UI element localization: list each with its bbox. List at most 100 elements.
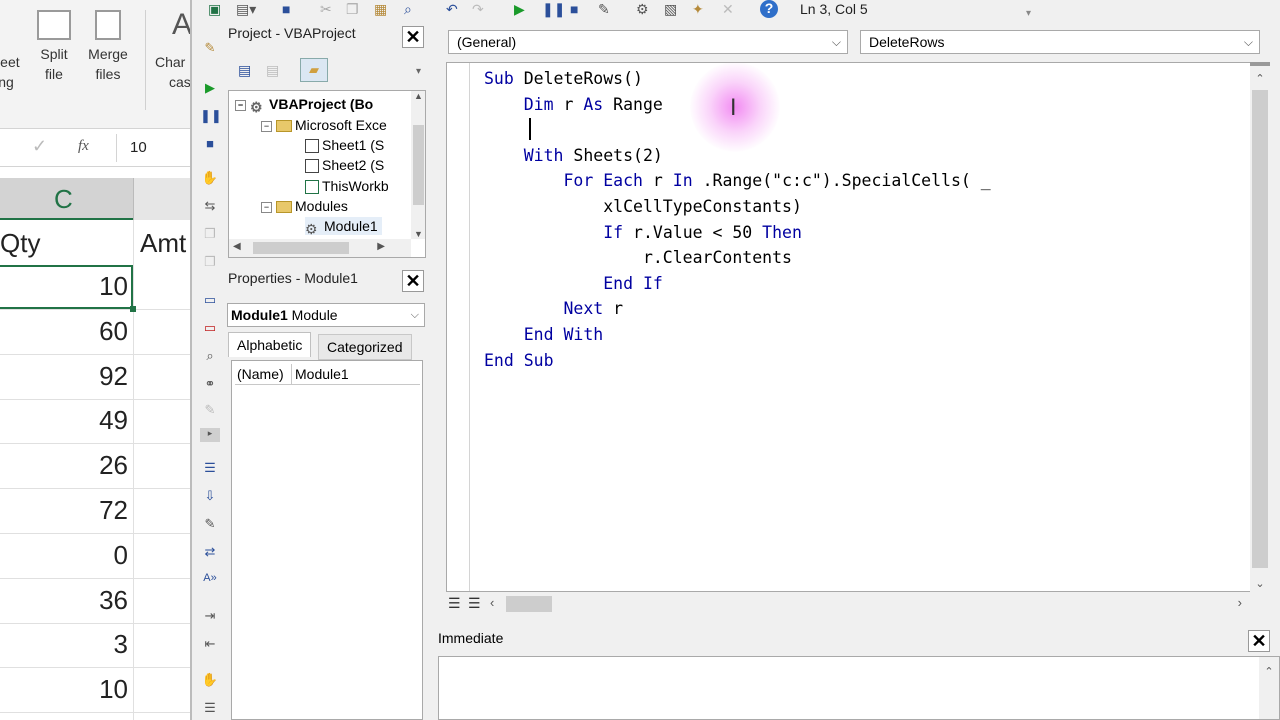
qty-cell[interactable]: 0: [0, 540, 128, 571]
design-mode-icon[interactable]: ✎: [598, 1, 610, 17]
find-icon[interactable]: ⌕: [404, 1, 412, 17]
toolbar-options-icon[interactable]: ▾: [1026, 6, 1031, 22]
tree-node-sheet1[interactable]: Sheet1 (S: [305, 136, 384, 154]
tree-vscroll[interactable]: ▲ ▼: [411, 91, 425, 239]
redo-icon[interactable]: ↷: [472, 1, 484, 17]
code-line[interactable]: For Each r In .Range("c:c").SpecialCells…: [484, 171, 990, 190]
scroll-right-icon[interactable]: ▶: [377, 241, 385, 252]
collapse-icon[interactable]: −: [261, 201, 272, 213]
margin-indicator-bar[interactable]: [447, 63, 470, 591]
qty-cell[interactable]: 49: [0, 405, 128, 436]
indent-icon[interactable]: ⇥: [200, 608, 220, 626]
tree-hscroll[interactable]: ◀ ▶: [229, 239, 411, 257]
save-icon[interactable]: ■: [282, 1, 290, 17]
glasses-icon[interactable]: ⚭: [200, 376, 220, 394]
formula-input[interactable]: 10: [130, 139, 147, 156]
sheet-button[interactable]: heet ng: [0, 52, 26, 92]
split-bar[interactable]: [1250, 62, 1270, 66]
arrange-icon[interactable]: ⇄: [200, 544, 220, 562]
scroll-down-icon[interactable]: ⌄: [1250, 577, 1270, 590]
split-file-button[interactable]: Split file: [32, 10, 76, 84]
code-line[interactable]: If r.Value < 50 Then: [484, 223, 802, 242]
insert-module-icon[interactable]: ▤▾: [236, 1, 256, 17]
qty-cell[interactable]: 26: [0, 450, 128, 481]
close-project-panel-button[interactable]: ✕: [402, 26, 424, 48]
object-combo[interactable]: (General) ⌵: [448, 30, 848, 54]
run-icon[interactable]: ▶: [514, 1, 525, 17]
reset-icon[interactable]: ■: [570, 1, 578, 17]
panel-scroll-icon[interactable]: ▾: [416, 66, 421, 77]
procedure-combo[interactable]: DeleteRows ⌵: [860, 30, 1260, 54]
step-icon[interactable]: ⇆: [200, 198, 220, 216]
immediate-input[interactable]: ⌃: [438, 656, 1280, 720]
merge-files-button[interactable]: Merge files: [84, 10, 132, 84]
editor-hscroll[interactable]: ☰ ☰ ‹ ›: [446, 594, 1250, 614]
properties-window-icon[interactable]: ▧: [664, 1, 677, 17]
qty-cell[interactable]: 60: [0, 316, 128, 347]
view-code-icon[interactable]: ▤: [238, 62, 251, 79]
object-select[interactable]: Module1 Module ⌵: [227, 303, 425, 327]
tab-alphabetic[interactable]: Alphabetic: [228, 332, 312, 357]
code-line[interactable]: With Sheets(2): [484, 146, 663, 165]
qty-cell[interactable]: 3: [0, 629, 128, 660]
cut-icon[interactable]: ✂: [320, 1, 332, 17]
immediate-vscroll[interactable]: ⌃: [1259, 657, 1279, 719]
edit-icon[interactable]: ✎: [200, 516, 220, 534]
qty-cell[interactable]: 36: [0, 585, 128, 616]
procedure-view-icon[interactable]: ☰: [448, 595, 461, 612]
code-line[interactable]: Dim r As Range: [484, 95, 663, 114]
scroll-left-icon[interactable]: ◀: [233, 241, 241, 252]
hand-toggle-icon[interactable]: ✋: [200, 672, 220, 690]
qty-header[interactable]: Qty: [0, 228, 40, 259]
undo-icon[interactable]: ↶: [446, 1, 458, 17]
code-line[interactable]: End If: [484, 274, 663, 293]
tree-node-modules[interactable]: − Modules: [261, 197, 348, 215]
view-object-icon[interactable]: ▤: [266, 62, 279, 79]
scroll-thumb[interactable]: [253, 242, 349, 254]
collapse-icon[interactable]: −: [261, 120, 272, 132]
tree-node-vbaproject[interactable]: − ⚙ VBAProject (Bo: [235, 95, 373, 115]
code-line[interactable]: End Sub: [484, 351, 554, 370]
toggle-folders-icon[interactable]: ▰: [300, 58, 328, 82]
code-line[interactable]: Next r: [484, 299, 623, 318]
stop-icon[interactable]: ■: [200, 136, 220, 154]
hand-icon[interactable]: ✋: [200, 170, 220, 188]
tree-node-thisworkbook[interactable]: ThisWorkb: [305, 177, 389, 195]
import-icon[interactable]: ⇩: [200, 488, 220, 506]
qty-cell[interactable]: 10: [0, 674, 128, 705]
window-icon[interactable]: ▭: [200, 292, 220, 310]
scroll-left-icon[interactable]: ‹: [490, 595, 494, 610]
code-line[interactable]: Sub DeleteRows(): [484, 69, 643, 88]
outdent-icon[interactable]: ⇤: [200, 636, 220, 654]
scroll-up-icon[interactable]: ▲: [411, 91, 425, 101]
code-line[interactable]: r.ClearContents: [484, 248, 792, 267]
tab-categorized[interactable]: Categorized: [318, 334, 412, 360]
project-explorer-icon[interactable]: ⚙: [636, 1, 649, 17]
code-text[interactable]: Sub DeleteRows() Dim r As Range With She…: [484, 66, 991, 373]
code-line[interactable]: End With: [484, 325, 604, 344]
expand-toolbar-icon[interactable]: ▸: [200, 428, 220, 442]
tree-node-excel-objects[interactable]: − Microsoft Exce: [261, 116, 387, 134]
pause-icon[interactable]: ❚❚: [200, 108, 222, 126]
fx-icon[interactable]: fx: [78, 138, 89, 155]
collapse-icon[interactable]: −: [235, 99, 246, 111]
scroll-thumb[interactable]: [506, 596, 552, 612]
view-excel-icon[interactable]: ▣: [208, 1, 221, 17]
break-icon[interactable]: ❚❚: [542, 1, 565, 17]
run-sub-icon[interactable]: ▶: [200, 80, 220, 98]
column-header-c[interactable]: C: [0, 178, 133, 220]
font-size-icon[interactable]: A»: [200, 572, 220, 590]
close-properties-panel-button[interactable]: ✕: [402, 270, 424, 292]
tree-node-sheet2[interactable]: Sheet2 (S: [305, 156, 384, 174]
property-row-name[interactable]: (Name) Module1: [235, 364, 420, 385]
grey-tool-icon[interactable]: ✎: [200, 402, 220, 420]
copy-grey-icon[interactable]: ❐: [200, 226, 220, 244]
property-value[interactable]: Module1: [295, 364, 349, 384]
change-case-button[interactable]: Char cas: [155, 52, 192, 92]
userform-icon[interactable]: ▭: [200, 320, 220, 338]
tree-node-module1[interactable]: ⚙ Module1: [305, 217, 382, 237]
list-icon[interactable]: ☰: [200, 460, 220, 478]
code-line[interactable]: xlCellTypeConstants): [484, 197, 802, 216]
help-icon[interactable]: ?: [760, 0, 778, 18]
copy-icon[interactable]: ❐: [346, 1, 359, 17]
